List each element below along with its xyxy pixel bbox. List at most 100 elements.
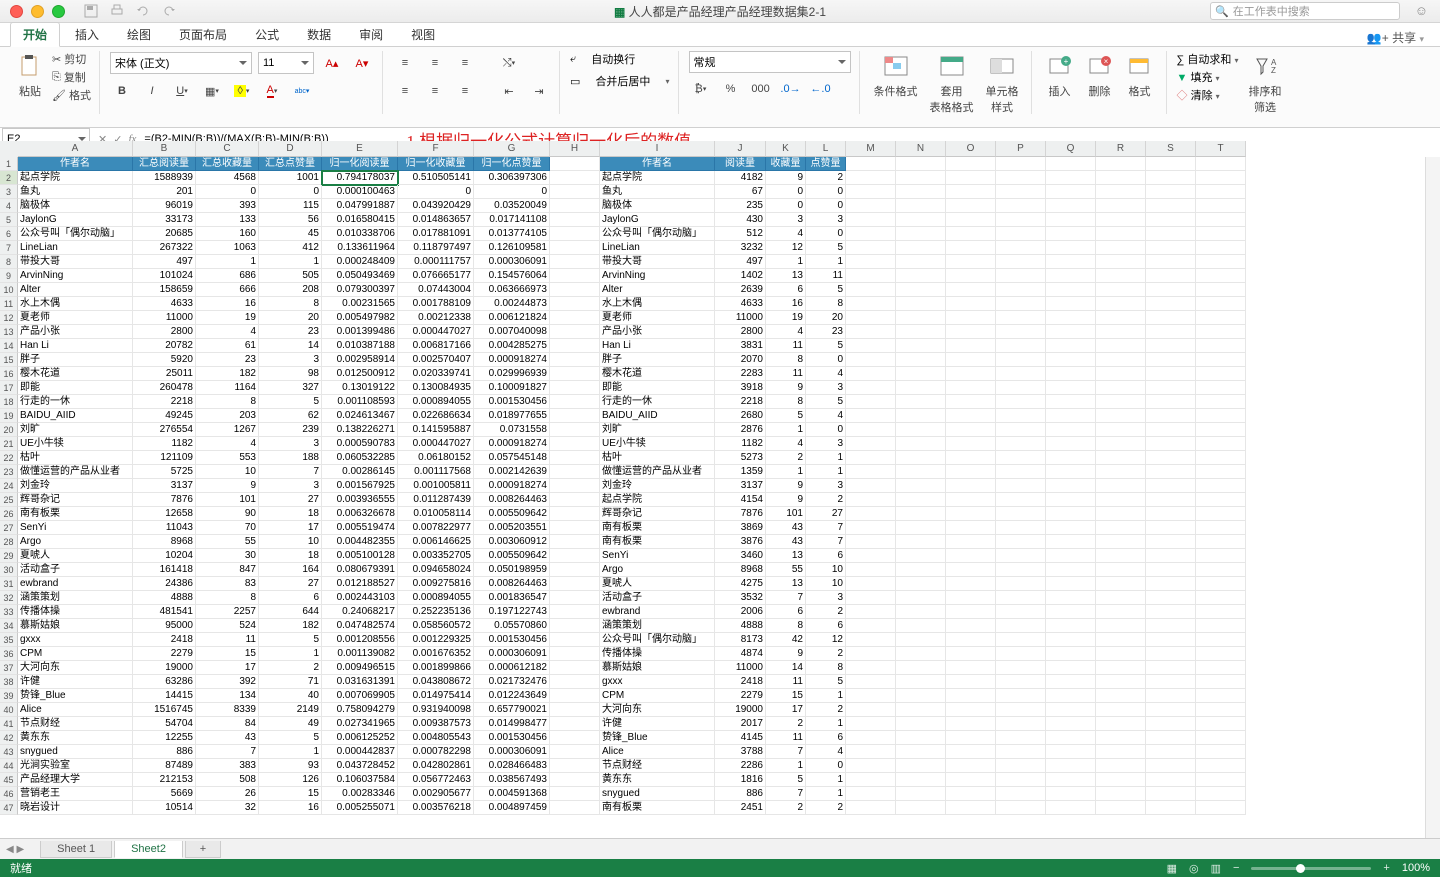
cell[interactable]: 0.004897459: [474, 801, 550, 815]
cell[interactable]: 0.006146625: [398, 535, 474, 549]
cell[interactable]: [1196, 437, 1246, 451]
cell[interactable]: [846, 297, 896, 311]
cell[interactable]: 160: [196, 227, 259, 241]
cell[interactable]: [550, 381, 600, 395]
cell[interactable]: 7: [806, 535, 846, 549]
cell[interactable]: 11000: [133, 311, 196, 325]
cell[interactable]: 49245: [133, 409, 196, 423]
cell[interactable]: 0.00212338: [398, 311, 474, 325]
cell[interactable]: [846, 255, 896, 269]
cell[interactable]: 0.001530456: [474, 633, 550, 647]
cell[interactable]: [946, 241, 996, 255]
cell[interactable]: [996, 731, 1046, 745]
cell[interactable]: [996, 367, 1046, 381]
cell[interactable]: 101024: [133, 269, 196, 283]
cell[interactable]: 0: [806, 353, 846, 367]
cell[interactable]: 1516745: [133, 703, 196, 717]
cell[interactable]: 10: [259, 535, 322, 549]
cell[interactable]: 刘金玲: [600, 479, 715, 493]
cell[interactable]: [1046, 591, 1096, 605]
cell[interactable]: [946, 773, 996, 787]
cell[interactable]: LineLian: [600, 241, 715, 255]
cell[interactable]: 3137: [133, 479, 196, 493]
cell[interactable]: [846, 661, 896, 675]
cell[interactable]: [896, 283, 946, 297]
currency-button[interactable]: ₿▾: [689, 77, 713, 101]
cell[interactable]: [1146, 661, 1196, 675]
cell[interactable]: [896, 479, 946, 493]
cell[interactable]: 6: [766, 605, 806, 619]
cell[interactable]: [996, 325, 1046, 339]
cell[interactable]: 16: [766, 297, 806, 311]
cell[interactable]: [1196, 157, 1246, 171]
cell[interactable]: [1096, 227, 1146, 241]
cell[interactable]: LineLian: [18, 241, 133, 255]
cell[interactable]: 392: [196, 675, 259, 689]
cell[interactable]: [1046, 619, 1096, 633]
cell[interactable]: [846, 423, 896, 437]
cell[interactable]: 起点学院: [600, 493, 715, 507]
cell[interactable]: [896, 465, 946, 479]
cell[interactable]: 4874: [715, 647, 766, 661]
cell[interactable]: 做懂运营的产品从业者: [600, 465, 715, 479]
cell[interactable]: [946, 787, 996, 801]
cell[interactable]: [550, 535, 600, 549]
cell[interactable]: 辉哥杂记: [18, 493, 133, 507]
cell[interactable]: [946, 353, 996, 367]
cell[interactable]: 19: [766, 311, 806, 325]
row-header[interactable]: 46: [0, 787, 18, 801]
cell[interactable]: 33173: [133, 213, 196, 227]
cell[interactable]: [896, 157, 946, 171]
cell[interactable]: 1: [806, 465, 846, 479]
cell[interactable]: [946, 563, 996, 577]
row-header[interactable]: 13: [0, 325, 18, 339]
cell[interactable]: [1096, 647, 1146, 661]
cell[interactable]: 0.0731558: [474, 423, 550, 437]
row-header[interactable]: 23: [0, 465, 18, 479]
cell[interactable]: 0: [196, 185, 259, 199]
cell[interactable]: 0.07443004: [398, 283, 474, 297]
underline-button[interactable]: U▾: [170, 79, 194, 103]
cell[interactable]: 260478: [133, 381, 196, 395]
bold-button[interactable]: B: [110, 79, 134, 103]
cell[interactable]: 归一化点赞量: [474, 157, 550, 171]
cell[interactable]: [946, 465, 996, 479]
cell[interactable]: 847: [196, 563, 259, 577]
cell[interactable]: [1146, 353, 1196, 367]
cell[interactable]: 0.138226271: [322, 423, 398, 437]
cell[interactable]: [996, 255, 1046, 269]
cell[interactable]: 0: [259, 185, 322, 199]
cell[interactable]: [1196, 465, 1246, 479]
cell[interactable]: [1196, 801, 1246, 815]
cell[interactable]: [846, 325, 896, 339]
cell[interactable]: 2006: [715, 605, 766, 619]
cell[interactable]: 0.008264463: [474, 577, 550, 591]
row-header[interactable]: 40: [0, 703, 18, 717]
scrollbar-vertical[interactable]: [1425, 157, 1440, 839]
cell[interactable]: 0.001208556: [322, 633, 398, 647]
row-header[interactable]: 41: [0, 717, 18, 731]
cell[interactable]: [1196, 395, 1246, 409]
cell[interactable]: 4: [766, 227, 806, 241]
cell[interactable]: 11: [766, 339, 806, 353]
cell[interactable]: JaylonG: [600, 213, 715, 227]
cell[interactable]: 公众号叫「偶尔动脑」: [600, 633, 715, 647]
cell[interactable]: 0.005255071: [322, 801, 398, 815]
cell[interactable]: 0.00283346: [322, 787, 398, 801]
cell[interactable]: 14: [766, 661, 806, 675]
cell[interactable]: 121109: [133, 451, 196, 465]
row-header[interactable]: 35: [0, 633, 18, 647]
cell[interactable]: 0.000894055: [398, 395, 474, 409]
cell[interactable]: [1146, 563, 1196, 577]
tab-draw[interactable]: 绘图: [114, 22, 164, 46]
cell[interactable]: 0.003060912: [474, 535, 550, 549]
cell[interactable]: [1196, 451, 1246, 465]
cell[interactable]: 0.001530456: [474, 395, 550, 409]
cell[interactable]: ArvinNing: [600, 269, 715, 283]
cell[interactable]: 3: [259, 437, 322, 451]
cell[interactable]: 19: [196, 311, 259, 325]
cell[interactable]: 182: [196, 367, 259, 381]
cell[interactable]: [1196, 367, 1246, 381]
cell[interactable]: 0.000100463: [322, 185, 398, 199]
cell[interactable]: [896, 325, 946, 339]
